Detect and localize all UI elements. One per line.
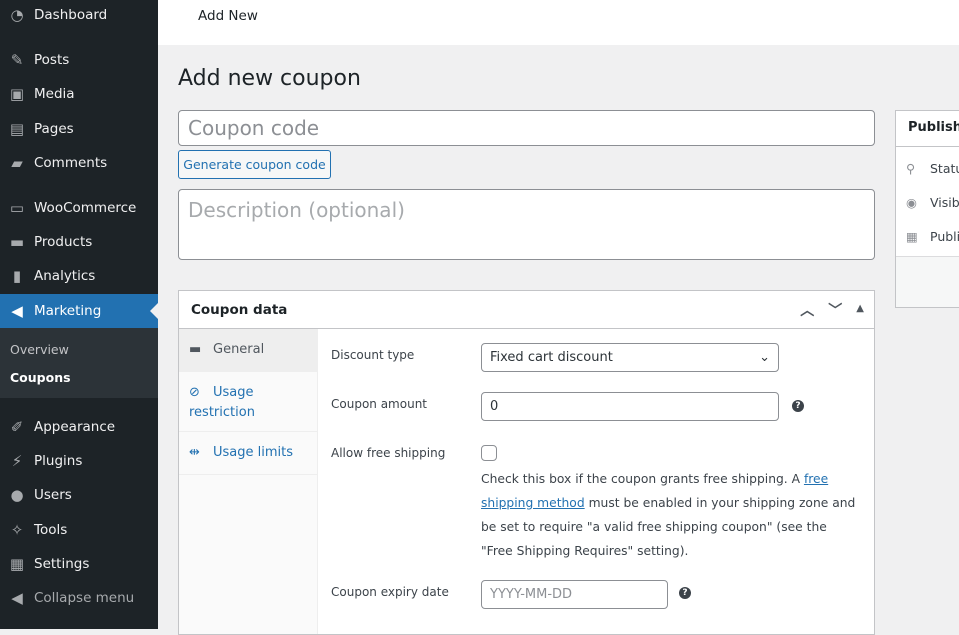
sidebar-item-label: Tools (34, 522, 68, 538)
woo-icon: ▭ (9, 199, 25, 217)
sidebar-item-label: Plugins (34, 453, 83, 469)
publish-visibility: ◉ Visibility (906, 195, 959, 210)
note-text: Check this box if the coupon grants free… (481, 472, 804, 486)
sidebar-item-marketing[interactable]: ◀ Marketing (0, 294, 158, 328)
sidebar-item-label: Dashboard (34, 7, 108, 23)
sidebar-item-products[interactable]: ▬ Products (0, 225, 158, 259)
publish-box: Publish ⚲ Status ◉ Visibility ▦ Publish (895, 110, 959, 308)
help-icon[interactable]: ? (679, 587, 691, 599)
coupon-amount-input[interactable]: 0 (481, 392, 779, 421)
comment-icon: ▰ (11, 154, 23, 172)
sidebar-item-label: Settings (34, 556, 90, 572)
tab-label: Usage limits (213, 445, 294, 460)
expiry-date-input[interactable]: YYYY-MM-DD (481, 580, 668, 609)
sidebar-item-plugins[interactable]: ⚡ Plugins (0, 444, 158, 478)
free-shipping-checkbox[interactable] (481, 445, 497, 461)
sidebar-item-label: Appearance (34, 419, 116, 435)
discount-type-label: Discount type (331, 348, 415, 362)
page-title: Add new coupon (178, 66, 361, 91)
marketing-submenu: Overview Coupons (0, 328, 158, 398)
archive-icon: ▬ (9, 233, 25, 251)
coupon-amount-label: Coupon amount (331, 397, 428, 411)
help-icon[interactable]: ? (792, 400, 804, 412)
sidebar-item-analytics[interactable]: ▮ Analytics (0, 259, 158, 293)
settings-icon: ▦ (9, 555, 25, 573)
pin-icon: ✎ (10, 51, 24, 69)
sidebar-item-posts[interactable]: ✎ Posts (0, 43, 158, 77)
publish-actions (896, 256, 959, 307)
chart-bar-icon: ▮ (12, 267, 22, 285)
coupon-code-input[interactable]: Coupon code (178, 110, 875, 146)
pages-icon: ▤ (9, 120, 25, 138)
plugin-icon: ⚡ (11, 452, 23, 470)
top-bar: Add New (158, 0, 959, 45)
calendar-icon: ▦ (906, 229, 918, 244)
submenu-overview[interactable]: Overview (10, 342, 69, 357)
sidebar-item-media[interactable]: ▣ Media (0, 77, 158, 111)
sidebar-item-label: Pages (34, 121, 74, 137)
generate-coupon-code-button[interactable]: Generate coupon code (178, 150, 331, 179)
move-up-icon[interactable]: ︿ (800, 300, 814, 320)
publish-date-label: Publish (930, 229, 959, 244)
ticket-icon: ▬ (189, 342, 202, 357)
dashboard-icon: ◔ (10, 6, 24, 24)
eye-icon: ◉ (906, 195, 917, 210)
sidebar-item-users[interactable]: ● Users (0, 478, 158, 512)
sidebar-item-tools[interactable]: ✧ Tools (0, 513, 158, 547)
publish-title: Publish (896, 111, 959, 147)
sidebar-item-label: Posts (34, 52, 70, 68)
free-shipping-label: Allow free shipping (331, 446, 446, 460)
submenu-coupons[interactable]: Coupons (10, 370, 71, 385)
tab-usage-limits[interactable]: ⇹ Usage limits (179, 432, 317, 475)
status-label: Status (930, 161, 959, 176)
restriction-icon: ⊘ (189, 385, 200, 400)
collapse-icon: ◀ (11, 589, 23, 607)
coupon-data-header: Coupon data ︿ ﹀ ▲ (179, 291, 874, 329)
sidebar-item-comments[interactable]: ▰ Comments (0, 146, 158, 180)
sidebar-item-label: Products (34, 234, 93, 250)
expiry-date-label: Coupon expiry date (331, 585, 449, 599)
sidebar-item-settings[interactable]: ▦ Settings (0, 547, 158, 581)
discount-type-value: Fixed cart discount (490, 350, 613, 365)
publish-status: ⚲ Status (906, 161, 959, 176)
sidebar-item-label: Marketing (34, 303, 102, 319)
sidebar-item-label: Collapse menu (34, 590, 135, 606)
publish-date: ▦ Publish (906, 229, 959, 244)
sidebar-item-dashboard[interactable]: ◔ Dashboard (0, 0, 158, 32)
brush-icon: ✐ (10, 418, 24, 436)
sidebar-item-label: Comments (34, 155, 108, 171)
free-shipping-note: Check this box if the coupon grants free… (481, 467, 856, 563)
sidebar-item-collapse-menu[interactable]: ◀ Collapse menu (0, 581, 158, 615)
sidebar-item-label: Users (34, 487, 72, 503)
toggle-panel-icon[interactable]: ▲ (856, 303, 864, 320)
visibility-label: Visibility (930, 195, 959, 210)
chevron-down-icon: ⌄ (759, 350, 770, 365)
description-textarea[interactable]: Description (optional) (178, 189, 875, 260)
sidebar-item-label: Media (34, 86, 75, 102)
wrench-icon: ✧ (10, 521, 24, 539)
pin-icon: ⚲ (906, 161, 916, 176)
sidebar-item-label: WooCommerce (34, 200, 137, 216)
admin-sidebar: ◔ Dashboard ✎ Posts ▣ Media ▤ Pages ▰ Comments ▭ Wo… (0, 0, 158, 629)
tab-label: General (213, 342, 265, 357)
sidebar-item-pages[interactable]: ▤ Pages (0, 112, 158, 146)
coupon-data-title: Coupon data (191, 301, 288, 318)
sidebar-item-appearance[interactable]: ✐ Appearance (0, 410, 158, 444)
top-title: Add New (198, 8, 258, 24)
megaphone-icon: ◀ (11, 302, 23, 320)
discount-type-select[interactable]: Fixed cart discount ⌄ (481, 343, 779, 372)
tab-usage-restriction[interactable]: ⊘ Usage restriction (179, 372, 317, 432)
sidebar-item-label: Analytics (34, 268, 96, 284)
tab-general[interactable]: ▬ General (179, 329, 317, 372)
sidebar-item-woocommerce[interactable]: ▭ WooCommerce (0, 191, 158, 225)
limits-icon: ⇹ (189, 445, 200, 460)
move-down-icon[interactable]: ﹀ (828, 300, 842, 320)
media-icon: ▣ (9, 85, 25, 103)
coupon-data-box: Coupon data ︿ ﹀ ▲ ▬ General ⊘ Usage restrict… (178, 290, 875, 635)
coupon-tabs: ▬ General ⊘ Usage restriction ⇹ Usage limit… (179, 329, 318, 634)
user-icon: ● (10, 486, 24, 504)
